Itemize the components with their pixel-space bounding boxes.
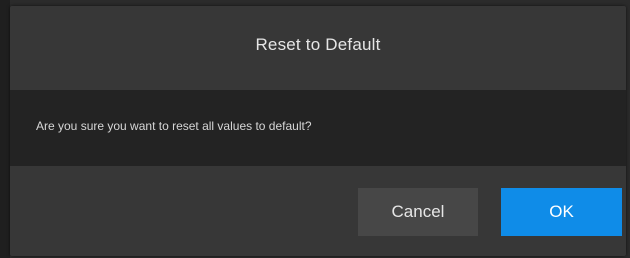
dialog-message: Are you sure you want to reset all value… bbox=[36, 119, 312, 133]
dialog-body: Are you sure you want to reset all value… bbox=[10, 90, 626, 166]
dialog-title: Reset to Default bbox=[255, 35, 381, 54]
reset-dialog: Reset to Default Are you sure you want t… bbox=[10, 6, 626, 256]
background-overlay bbox=[0, 0, 10, 258]
cancel-button[interactable]: Cancel bbox=[358, 188, 478, 236]
dialog-header: Reset to Default bbox=[10, 6, 626, 90]
dialog-footer: Cancel OK bbox=[10, 166, 626, 256]
ok-button[interactable]: OK bbox=[501, 188, 622, 236]
